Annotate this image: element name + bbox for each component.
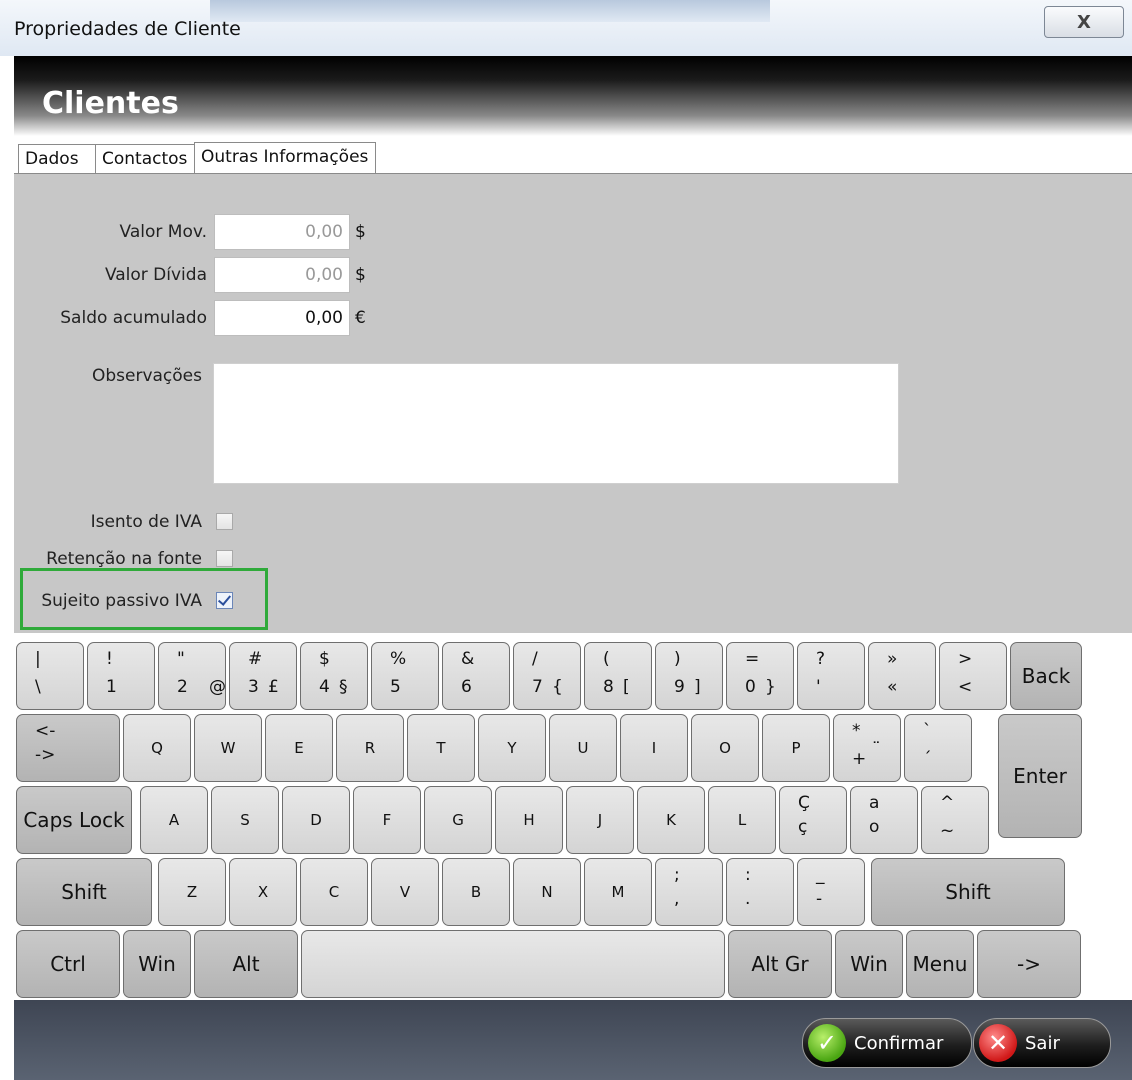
saldo-field[interactable]: 0,00: [214, 300, 350, 336]
key-win-right[interactable]: Win: [835, 930, 903, 998]
key-shift-right[interactable]: Shift: [871, 858, 1065, 926]
key-plus[interactable]: * + ¨: [833, 714, 901, 782]
key-pipe[interactable]: | \: [16, 642, 84, 710]
retencao-label: Retenção na fonte: [46, 549, 202, 569]
exit-label: Sair: [1025, 1032, 1060, 1054]
key-l[interactable]: L: [708, 786, 776, 854]
key-semicolon[interactable]: ;,: [655, 858, 723, 926]
key-c[interactable]: C: [300, 858, 368, 926]
key-question[interactable]: ? ': [797, 642, 865, 710]
key-5[interactable]: % 5: [371, 642, 439, 710]
key-r[interactable]: R: [336, 714, 404, 782]
x-icon: ✕: [979, 1024, 1017, 1062]
observacoes-label: Observações: [91, 366, 202, 386]
section-header: Clientes: [14, 56, 1132, 136]
key-e[interactable]: E: [265, 714, 333, 782]
key-back[interactable]: Back: [1010, 642, 1082, 710]
valor-mov-field[interactable]: 0,00: [214, 214, 350, 250]
key-k[interactable]: K: [637, 786, 705, 854]
key-alt[interactable]: Alt: [194, 930, 298, 998]
key-u[interactable]: U: [549, 714, 617, 782]
key-caret[interactable]: ^ ~: [921, 786, 989, 854]
exit-button[interactable]: ✕ Sair: [973, 1018, 1111, 1068]
key-colon[interactable]: :.: [726, 858, 794, 926]
key-win-left[interactable]: Win: [123, 930, 191, 998]
retencao-checkbox[interactable]: [216, 550, 233, 567]
valor-divida-field[interactable]: 0,00: [214, 257, 350, 293]
section-title: Clientes: [42, 86, 179, 121]
key-8[interactable]: (8[: [584, 642, 652, 710]
key-b[interactable]: B: [442, 858, 510, 926]
confirm-button[interactable]: ✓ Confirmar: [802, 1018, 972, 1068]
close-icon: X: [1077, 11, 1091, 33]
key-greater-less[interactable]: > <: [939, 642, 1007, 710]
key-space[interactable]: [301, 930, 725, 998]
key-x[interactable]: X: [229, 858, 297, 926]
key-c-cedilla[interactable]: Çç: [779, 786, 847, 854]
key-guillemets[interactable]: » «: [868, 642, 936, 710]
key-6[interactable]: & 6: [442, 642, 510, 710]
key-i[interactable]: I: [620, 714, 688, 782]
tab-contactos[interactable]: Contactos: [95, 144, 195, 173]
key-m[interactable]: M: [584, 858, 652, 926]
key-menu[interactable]: Menu: [906, 930, 974, 998]
key-y[interactable]: Y: [478, 714, 546, 782]
window-left-edge: [0, 56, 14, 1080]
key-2[interactable]: " 2 @: [158, 642, 226, 710]
key-3[interactable]: #3 £: [229, 642, 297, 710]
key-underscore[interactable]: _ -: [797, 858, 865, 926]
key-a[interactable]: A: [140, 786, 208, 854]
isento-iva-label: Isento de IVA: [90, 512, 202, 532]
key-ordinal[interactable]: ao: [850, 786, 918, 854]
window-title: Propriedades de Cliente: [14, 18, 241, 40]
key-h[interactable]: H: [495, 786, 563, 854]
isento-iva-checkbox[interactable]: [216, 513, 233, 530]
key-g[interactable]: G: [424, 786, 492, 854]
key-d[interactable]: D: [282, 786, 350, 854]
key-n[interactable]: N: [513, 858, 581, 926]
check-icon: ✓: [808, 1024, 846, 1062]
key-j[interactable]: J: [566, 786, 634, 854]
key-enter[interactable]: Enter: [998, 714, 1082, 838]
key-ctrl[interactable]: Ctrl: [16, 930, 120, 998]
valor-divida-unit: $: [355, 265, 366, 285]
key-tab[interactable]: <- ->: [16, 714, 120, 782]
key-alt-gr[interactable]: Alt Gr: [728, 930, 832, 998]
saldo-unit: €: [355, 308, 366, 328]
key-accent[interactable]: ` ´: [904, 714, 972, 782]
tab-strip: Dados Contactos Outras Informações: [14, 136, 1132, 174]
confirm-label: Confirmar: [854, 1032, 944, 1054]
key-arrow-right[interactable]: ->: [977, 930, 1081, 998]
sujeito-passivo-label: Sujeito passivo IVA: [41, 591, 202, 611]
key-0[interactable]: = 0}: [726, 642, 794, 710]
valor-mov-unit: $: [355, 222, 366, 242]
key-p[interactable]: P: [762, 714, 830, 782]
key-z[interactable]: Z: [158, 858, 226, 926]
key-f[interactable]: F: [353, 786, 421, 854]
key-9[interactable]: ) 9]: [655, 642, 723, 710]
sujeito-passivo-checkbox[interactable]: [216, 592, 233, 609]
valor-divida-label: Valor Dívida: [104, 265, 207, 285]
tab-dados[interactable]: Dados: [18, 144, 96, 173]
key-v[interactable]: V: [371, 858, 439, 926]
key-t[interactable]: T: [407, 714, 475, 782]
titlebar-decoration: [210, 0, 770, 22]
key-s[interactable]: S: [211, 786, 279, 854]
key-1[interactable]: ! 1: [87, 642, 155, 710]
key-7[interactable]: /7{: [513, 642, 581, 710]
key-shift-left[interactable]: Shift: [16, 858, 152, 926]
saldo-label: Saldo acumulado: [60, 308, 207, 328]
key-4[interactable]: $4 §: [300, 642, 368, 710]
window-titlebar: Propriedades de Cliente X: [0, 0, 1132, 56]
virtual-keyboard: | \ ! 1 " 2 @ #3 £ $4 § % 5 & 6 /7{ (8[ ) 9] = 0} …: [14, 633, 1132, 1000]
key-o[interactable]: O: [691, 714, 759, 782]
valor-mov-label: Valor Mov.: [119, 222, 207, 242]
key-q[interactable]: Q: [123, 714, 191, 782]
close-button[interactable]: X: [1044, 6, 1124, 38]
tab-outras-informacoes[interactable]: Outras Informações: [194, 142, 376, 174]
key-caps-lock[interactable]: Caps Lock: [16, 786, 132, 854]
observacoes-textarea[interactable]: [213, 363, 899, 484]
footer-bar: ✓ Confirmar ✕ Sair: [14, 1000, 1132, 1080]
key-w[interactable]: W: [194, 714, 262, 782]
